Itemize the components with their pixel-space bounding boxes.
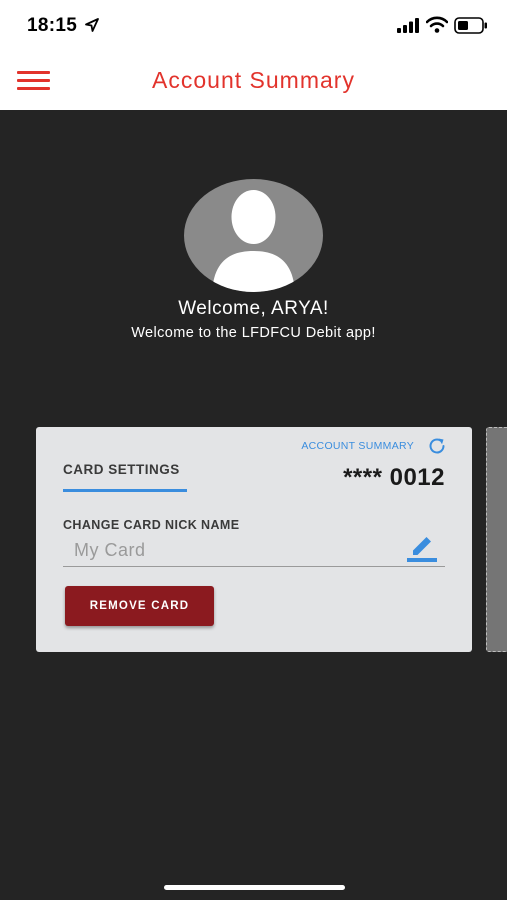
masked-card-number: **** 0012 bbox=[343, 464, 445, 491]
debit-card-panel: ACCOUNT SUMMARY CARD SETTINGS **** 0012 … bbox=[36, 427, 472, 652]
status-time: 18:15 bbox=[27, 15, 78, 36]
welcome-subtitle: Welcome to the LFDFCU Debit app! bbox=[131, 325, 376, 341]
refresh-icon[interactable] bbox=[427, 436, 447, 456]
main-content: Welcome, ARYA! Welcome to the LFDFCU Deb… bbox=[0, 110, 507, 900]
battery-icon bbox=[454, 17, 487, 34]
remove-card-button[interactable]: REMOVE CARD bbox=[65, 586, 214, 626]
app-header: Account Summary bbox=[0, 52, 507, 110]
page-title: Account Summary bbox=[152, 67, 355, 93]
location-arrow-icon bbox=[85, 18, 99, 32]
user-silhouette-icon bbox=[212, 190, 295, 292]
account-summary-link[interactable]: ACCOUNT SUMMARY bbox=[301, 440, 414, 452]
next-card-preview[interactable] bbox=[486, 427, 507, 652]
cellular-signal-icon bbox=[397, 18, 419, 33]
wifi-icon bbox=[426, 16, 448, 33]
home-indicator[interactable] bbox=[164, 885, 345, 890]
pencil-edit-icon[interactable] bbox=[405, 535, 439, 563]
avatar bbox=[184, 179, 323, 292]
status-bar: 18:15 bbox=[0, 0, 507, 52]
tab-active-indicator bbox=[63, 489, 187, 492]
welcome-title: Welcome, ARYA! bbox=[178, 298, 329, 319]
nickname-input[interactable] bbox=[63, 535, 445, 567]
tab-card-settings[interactable]: CARD SETTINGS bbox=[63, 462, 180, 477]
nickname-label: CHANGE CARD NICK NAME bbox=[63, 518, 240, 532]
